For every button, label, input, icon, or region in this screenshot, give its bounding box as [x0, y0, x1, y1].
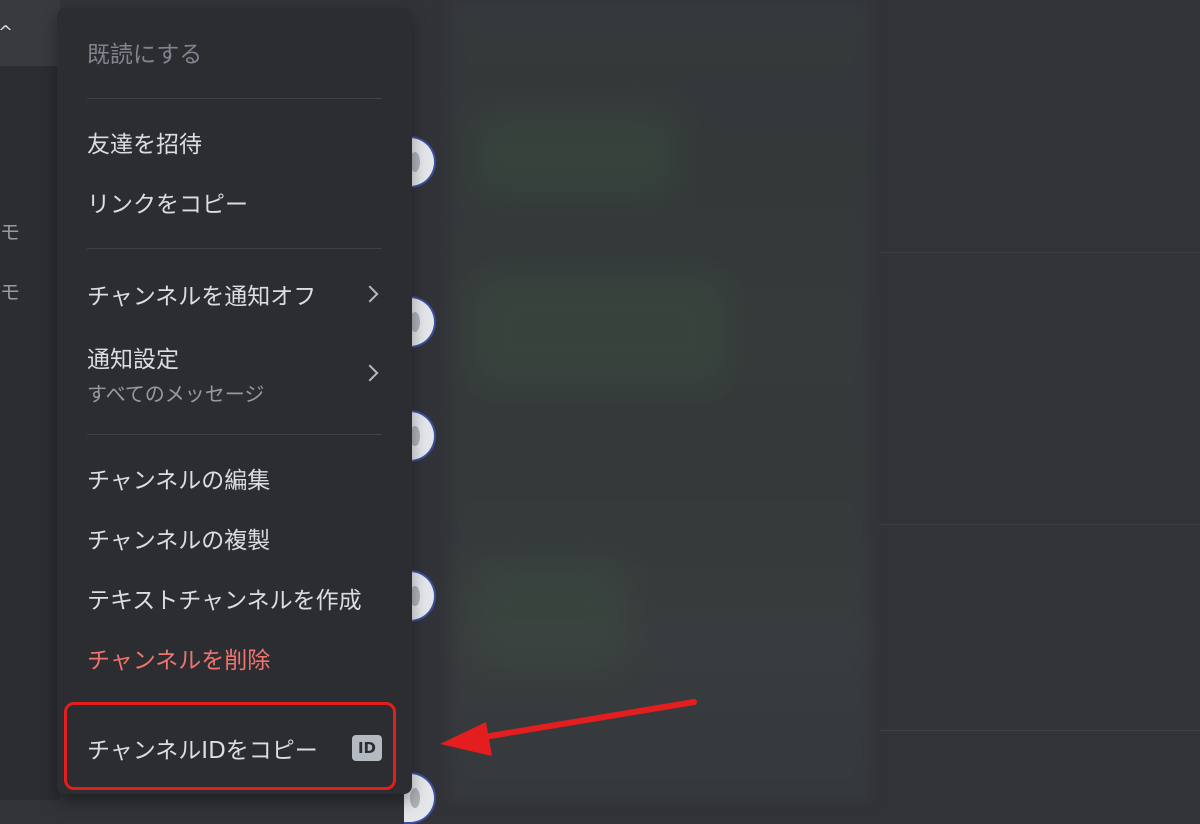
arrow-annotation: [440, 699, 697, 756]
